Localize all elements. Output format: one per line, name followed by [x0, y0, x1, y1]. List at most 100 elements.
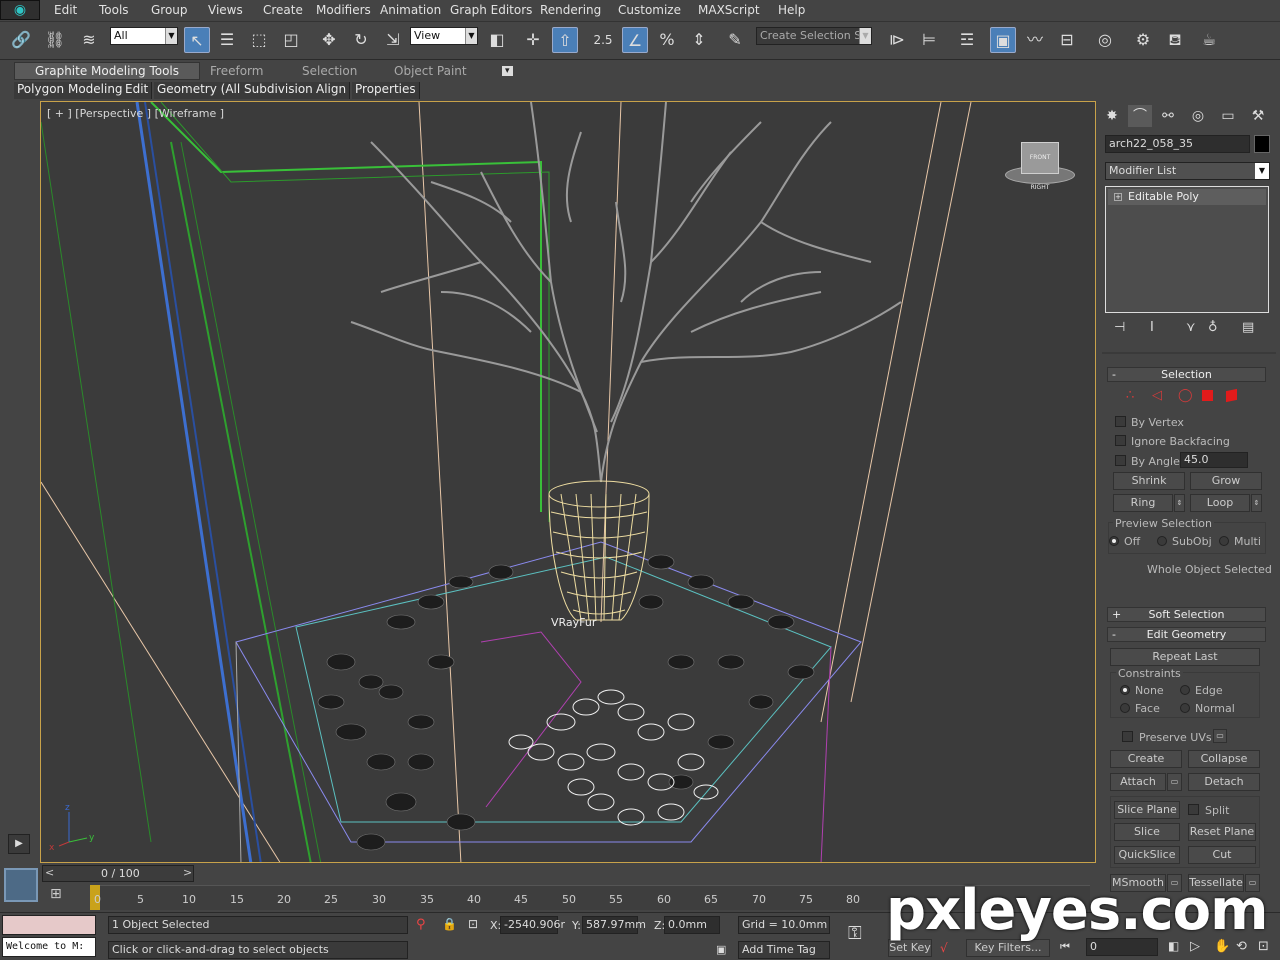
polygon-level-icon[interactable] [1202, 390, 1213, 401]
key-icon[interactable]: ⚿ [848, 923, 862, 944]
time-slider-prev-icon[interactable]: < [45, 866, 54, 879]
perspective-viewport[interactable]: z y x [ + ] [Perspective ] [Wireframe ] … [40, 101, 1096, 863]
menu-edit[interactable]: Edit [54, 3, 77, 17]
vertex-level-icon[interactable]: ∴ [1126, 388, 1134, 403]
cut-button[interactable]: Cut [1188, 846, 1256, 864]
reset-plane-button[interactable]: Reset Plane [1188, 823, 1256, 841]
ring-button[interactable]: Ring [1113, 494, 1173, 512]
by-angle-spinner[interactable]: 45.0 [1180, 452, 1248, 468]
constraint-edge-radio[interactable] [1180, 685, 1190, 695]
ring-spinner[interactable]: ⇕ [1174, 494, 1185, 512]
select-manipulate-icon[interactable]: ✛ [520, 27, 546, 53]
by-angle-checkbox[interactable] [1115, 455, 1126, 466]
object-name-field[interactable]: arch22_058_35 [1105, 135, 1250, 153]
menu-create[interactable]: Create [263, 3, 303, 17]
edit-named-selection-icon[interactable]: ✎ [722, 27, 748, 53]
expand-track-bar-icon[interactable]: ▶ [8, 834, 30, 854]
render-setup-icon[interactable]: ⚙ [1130, 27, 1156, 53]
absolute-relative-icon[interactable]: ⊡ [468, 917, 478, 931]
slice-plane-button[interactable]: Slice Plane [1114, 801, 1180, 819]
constraint-none-radio[interactable] [1120, 685, 1130, 695]
constraint-face-radio[interactable] [1120, 703, 1130, 713]
menu-rendering[interactable]: Rendering [540, 3, 601, 17]
grow-button[interactable]: Grow [1190, 472, 1262, 490]
render-production-icon[interactable]: ☕ [1196, 27, 1222, 53]
maxscript-listener-pink[interactable] [2, 915, 96, 935]
graphite-toggle-icon[interactable]: ▣ [990, 27, 1016, 53]
selection-filter-dropdown[interactable]: All ▼ [110, 27, 178, 45]
schematic-view-icon[interactable]: ⊟ [1054, 27, 1080, 53]
modifier-stack[interactable]: + Editable Poly [1105, 186, 1269, 313]
time-slider-next-icon[interactable]: > [183, 866, 192, 879]
named-selection-dropdown[interactable]: Create Selection Se ▼ [756, 27, 872, 45]
create-panel-icon[interactable]: ✸ [1100, 105, 1124, 127]
window-crossing-icon[interactable]: ◰ [278, 27, 304, 53]
make-unique-icon[interactable]: ⋎ [1186, 320, 1196, 335]
remove-modifier-icon[interactable]: ♁ [1208, 320, 1218, 335]
hierarchy-panel-icon[interactable]: ⚯ [1156, 105, 1180, 127]
element-level-icon[interactable] [1226, 388, 1237, 403]
menu-maxscript[interactable]: MAXScript [698, 3, 760, 17]
pin-stack-icon[interactable]: ⊣ [1114, 320, 1125, 335]
scale-icon[interactable]: ⇲ [380, 27, 406, 53]
menu-views[interactable]: Views [208, 3, 243, 17]
tab-freeform[interactable]: Freeform [210, 64, 263, 78]
menu-tools[interactable]: Tools [99, 3, 129, 17]
expand-icon[interactable]: + [1114, 193, 1122, 201]
loop-button[interactable]: Loop [1190, 494, 1250, 512]
menu-customize[interactable]: Customize [618, 3, 681, 17]
time-slider[interactable]: < 0 / 100 > [42, 865, 194, 882]
configure-modifier-sets-icon[interactable]: ▤ [1242, 320, 1254, 335]
app-logo-icon[interactable]: ◉ [0, 0, 40, 20]
preview-subobj-radio[interactable] [1157, 536, 1167, 546]
subtab-polygon-modeling[interactable]: Polygon Modeling [14, 82, 127, 99]
ribbon-options-icon[interactable]: ▾ [502, 66, 513, 76]
mirror-icon[interactable]: ⧐ [884, 27, 910, 53]
attach-button[interactable]: Attach [1110, 773, 1166, 791]
utilities-panel-icon[interactable]: ⚒ [1246, 105, 1270, 127]
add-time-tag[interactable]: Add Time Tag [738, 941, 830, 959]
subtab-geometry-all[interactable]: Geometry (All) [154, 82, 249, 99]
rectangular-selection-icon[interactable]: ⬚ [246, 27, 272, 53]
selection-lock-icon[interactable]: 🔒 [442, 917, 457, 931]
preview-multi-radio[interactable] [1219, 536, 1229, 546]
spinner-snap-icon[interactable]: ⇕ [686, 27, 712, 53]
layer-manager-icon[interactable]: ☲ [954, 27, 980, 53]
edit-geometry-rollout-header[interactable]: - Edit Geometry [1107, 627, 1266, 642]
modifier-list-dropdown[interactable]: Modifier List ▼ [1105, 162, 1270, 180]
viewcube[interactable]: FRONT RIGHT [1005, 136, 1075, 191]
rotate-icon[interactable]: ↻ [348, 27, 374, 53]
keyboard-shortcut-override-icon[interactable]: ⇧ [552, 27, 578, 53]
move-icon[interactable]: ✥ [316, 27, 342, 53]
display-panel-icon[interactable]: ▭ [1216, 105, 1240, 127]
preserve-uvs-settings-icon[interactable]: ▭ [1213, 729, 1227, 743]
subtab-align[interactable]: Align [313, 82, 351, 99]
preview-off-radio[interactable] [1109, 536, 1119, 546]
selection-rollout-header[interactable]: - Selection [1107, 367, 1266, 382]
menu-group[interactable]: Group [151, 3, 188, 17]
curve-editor-icon[interactable]: 〰 [1022, 27, 1048, 53]
align-icon[interactable]: ⊨ [916, 27, 942, 53]
create-button[interactable]: Create [1110, 750, 1182, 768]
reference-coordinate-dropdown[interactable]: View ▼ [410, 27, 478, 45]
repeat-last-button[interactable]: Repeat Last [1110, 648, 1260, 666]
soft-selection-rollout-header[interactable]: + Soft Selection [1107, 607, 1266, 622]
mini-curve-editor-icon[interactable] [4, 868, 38, 902]
loop-spinner[interactable]: ⇕ [1251, 494, 1262, 512]
menu-graph-editors[interactable]: Graph Editors [450, 3, 532, 17]
ignore-backfacing-checkbox[interactable] [1115, 435, 1126, 446]
x-coordinate-field[interactable]: -2540.906r [500, 916, 565, 934]
show-end-result-icon[interactable]: Ⅰ [1150, 320, 1154, 335]
attach-list-icon[interactable]: ▭ [1167, 773, 1182, 791]
rendered-frame-icon[interactable]: ⛾ [1162, 27, 1188, 53]
stack-item-editable-poly[interactable]: + Editable Poly [1108, 189, 1266, 205]
border-level-icon[interactable]: ◯ [1178, 388, 1193, 403]
z-coordinate-field[interactable]: 0.0mm [664, 916, 720, 934]
bind-space-warp-icon[interactable]: ≋ [76, 27, 102, 53]
pivot-center-icon[interactable]: ◧ [484, 27, 510, 53]
key-mode-icon[interactable]: √ [940, 941, 948, 955]
select-object-icon[interactable]: ↖ [184, 27, 210, 53]
subtab-properties[interactable]: Properties [352, 82, 420, 99]
link-icon[interactable]: 🔗 [8, 27, 34, 53]
preserve-uvs-checkbox[interactable] [1122, 731, 1133, 742]
